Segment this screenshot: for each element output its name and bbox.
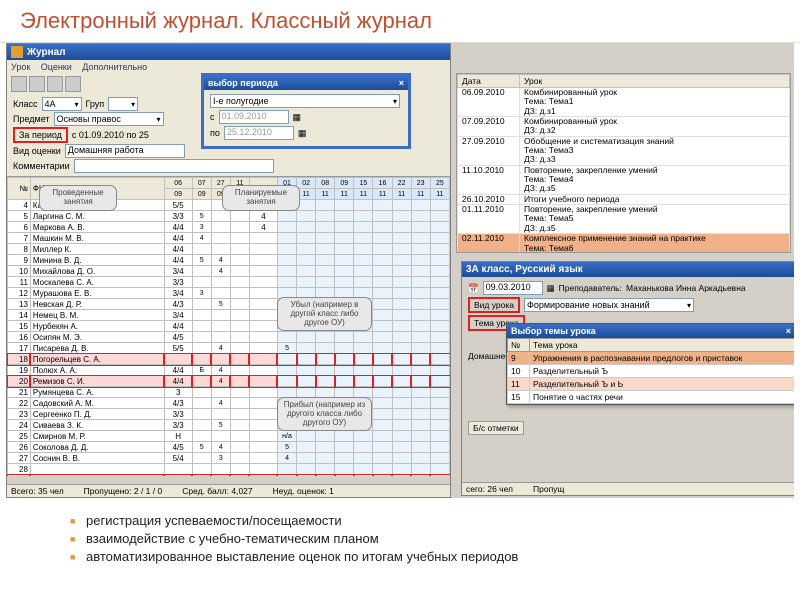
status-avg: Сред. балл: 4,027: [182, 486, 252, 496]
lesson-date[interactable]: 09.03.2010: [483, 281, 543, 295]
class-combo[interactable]: 4А: [42, 97, 82, 111]
table-row[interactable]: 21Румянцева С. А.3: [8, 387, 450, 398]
lesson-titlebar[interactable]: 3А класс, Русский язык: [462, 262, 794, 277]
close-icon[interactable]: ×: [786, 326, 791, 336]
lesson-row[interactable]: 02.11.2010Комплексное применение знаний …: [458, 234, 790, 253]
callout-arrived: Прибыл (например из другого класса либо …: [277, 397, 372, 431]
table-row[interactable]: 17Писарева Д. В.5/545: [8, 343, 450, 354]
menu-marks[interactable]: Оценки: [41, 62, 72, 72]
table-row[interactable]: 26Соколова Д. Д.4/5545: [8, 442, 450, 453]
period-popup: выбор периода × I-е полугодие с01.09.201…: [201, 73, 411, 149]
menu-lesson[interactable]: Урок: [11, 62, 30, 72]
period-combo[interactable]: I-е полугодие: [210, 94, 400, 108]
menu-extra[interactable]: Дополнительно: [82, 62, 147, 72]
lesson-statusbar: сего: 26 чел Пропущ: [462, 482, 794, 495]
slide-title: Электронный журнал. Классный журнал: [0, 0, 800, 43]
period-to[interactable]: 25.12.2010: [224, 126, 294, 140]
status-total: Всего: 35 чел: [11, 486, 64, 496]
callout-plan: Планируемые занятия: [222, 185, 300, 211]
table-row[interactable]: 18Погорельцев С. А.: [8, 354, 450, 365]
table-row[interactable]: 22Садовский А. М.4/343: [8, 398, 450, 409]
table-row[interactable]: 7Машкин М. В.4/44: [8, 233, 450, 244]
subject-combo[interactable]: Основы правос: [54, 112, 164, 126]
callout-done: Проведенные занятия: [39, 185, 117, 211]
table-row[interactable]: 28: [8, 464, 450, 475]
table-row[interactable]: 29Старцев В. А.3: [8, 475, 450, 477]
topic-row[interactable]: 11Разделительный Ъ и Ь: [508, 378, 795, 391]
lesson-row[interactable]: 01.11.2010Повторение, закрепление умений…: [458, 205, 790, 234]
menubar[interactable]: Урок Оценки Дополнительно: [7, 60, 450, 74]
group-combo[interactable]: [108, 97, 138, 111]
journal-statusbar: Всего: 35 чел Пропущено: 2 / 1 / 0 Сред.…: [7, 484, 450, 497]
tb-btn-4[interactable]: [65, 76, 81, 92]
bullet-item: взаимодействие с учебно-тематическим пла…: [70, 531, 730, 546]
table-row[interactable]: 9Минина В. Д.4/454: [8, 255, 450, 266]
table-row[interactable]: 10Михайлова Д. О.3/44: [8, 266, 450, 277]
table-row[interactable]: 24Сиваева З. К.3/35: [8, 420, 450, 431]
group-label: Груп: [86, 99, 105, 109]
tb-btn-3[interactable]: [47, 76, 63, 92]
bullet-list: регистрация успеваемости/посещаемости вз…: [0, 498, 800, 579]
table-row[interactable]: 27Соснин В. В.5/434: [8, 453, 450, 464]
tb-btn-1[interactable]: [11, 76, 27, 92]
status-unsat: Неуд. оценок: 1: [273, 486, 334, 496]
table-row[interactable]: 5Ларгина С. М.3/354: [8, 211, 450, 222]
table-row[interactable]: 23Сергеенко П. Д.3/3: [8, 409, 450, 420]
table-row[interactable]: 25Смирнов М. Р.Нн/а: [8, 431, 450, 442]
teacher-name: Маханькова Инна Аркадьевна: [626, 283, 746, 293]
calendar-icon[interactable]: ▦: [298, 128, 307, 139]
period-button[interactable]: За период: [13, 127, 68, 143]
close-icon[interactable]: ×: [399, 78, 404, 88]
subject-label: Предмет: [13, 114, 50, 124]
table-row[interactable]: 12Мурашова Е. В.3/43: [8, 288, 450, 299]
comment-input[interactable]: [74, 159, 274, 173]
lesson-row[interactable]: 27.09.2010Обобщение и систематизация зна…: [458, 136, 790, 165]
table-row[interactable]: 16Осипян М. Э.4/5: [8, 332, 450, 343]
table-row[interactable]: 19Полюх А. А.4/4Б4: [8, 365, 450, 376]
table-row[interactable]: 14Немец В. М.3/4: [8, 310, 450, 321]
period-from[interactable]: 01.09.2010: [219, 110, 289, 124]
period-range: с 01.09.2010 по 25: [72, 130, 149, 140]
table-row[interactable]: 20Ремизов С. И.4/44: [8, 376, 450, 387]
grade-type-label: Вид оценки: [13, 146, 61, 156]
topic-row[interactable]: 9Упражнения в распознавании предлогов и …: [508, 352, 795, 365]
lesson-row[interactable]: 07.09.2010Комбинированный урок ДЗ: д.з2: [458, 117, 790, 137]
lesson-type-combo[interactable]: Формирование новых знаний: [524, 298, 694, 312]
lesson-row[interactable]: 06.09.2010Комбинированный урок Тема: Тем…: [458, 88, 790, 117]
status-missed: Пропущено: 2 / 1 / 0: [84, 486, 163, 496]
grade-grid[interactable]: №ФИО06072711I ч.010208091516222325090909…: [7, 176, 450, 476]
grade-type-input[interactable]: Домашняя работа: [65, 144, 185, 158]
lessons-panel[interactable]: ДатаУрок06.09.2010Комбинированный урок Т…: [456, 73, 791, 253]
bullet-item: автоматизированное выставление оценок по…: [70, 549, 730, 564]
tab-marks[interactable]: Б/с отметки: [468, 421, 524, 435]
topic-popup: Выбор темы урока× №Тема урока9Упражнения…: [506, 323, 794, 405]
lesson-row[interactable]: 26.10.2010Итоги учебного периода: [458, 194, 790, 204]
comment-label: Комментарии: [13, 161, 70, 171]
journal-titlebar[interactable]: Журнал: [7, 44, 450, 60]
table-row[interactable]: 13Невская Д. Р.4/35: [8, 299, 450, 310]
callout-left: Убыл (например в другой класс либо друго…: [277, 297, 372, 331]
app-area: Журнал Урок Оценки Дополнительно Класс 4…: [6, 43, 794, 498]
journal-title: Журнал: [27, 47, 66, 58]
class-label: Класс: [13, 99, 38, 109]
calendar-icon[interactable]: ▦: [293, 112, 302, 123]
table-row[interactable]: 11Москалева С. А.3/3: [8, 277, 450, 288]
lesson-row[interactable]: 11.10.2010Повторение, закрепление умений…: [458, 165, 790, 194]
bullet-item: регистрация успеваемости/посещаемости: [70, 513, 730, 528]
journal-icon: [11, 46, 23, 58]
table-row[interactable]: 15Нурбекян А.4/4: [8, 321, 450, 332]
table-row[interactable]: 8Миллер К.4/4: [8, 244, 450, 255]
calendar-icon[interactable]: ▦: [547, 283, 555, 294]
topic-row[interactable]: 15Понятие о частях речи: [508, 391, 795, 404]
topic-row[interactable]: 10Разделительный Ъ: [508, 365, 795, 378]
lesson-type-label[interactable]: Вид урока: [468, 297, 520, 313]
period-titlebar[interactable]: выбор периода ×: [204, 76, 408, 90]
tb-btn-2[interactable]: [29, 76, 45, 92]
table-row[interactable]: 6Маркова А. В.4/434: [8, 222, 450, 233]
